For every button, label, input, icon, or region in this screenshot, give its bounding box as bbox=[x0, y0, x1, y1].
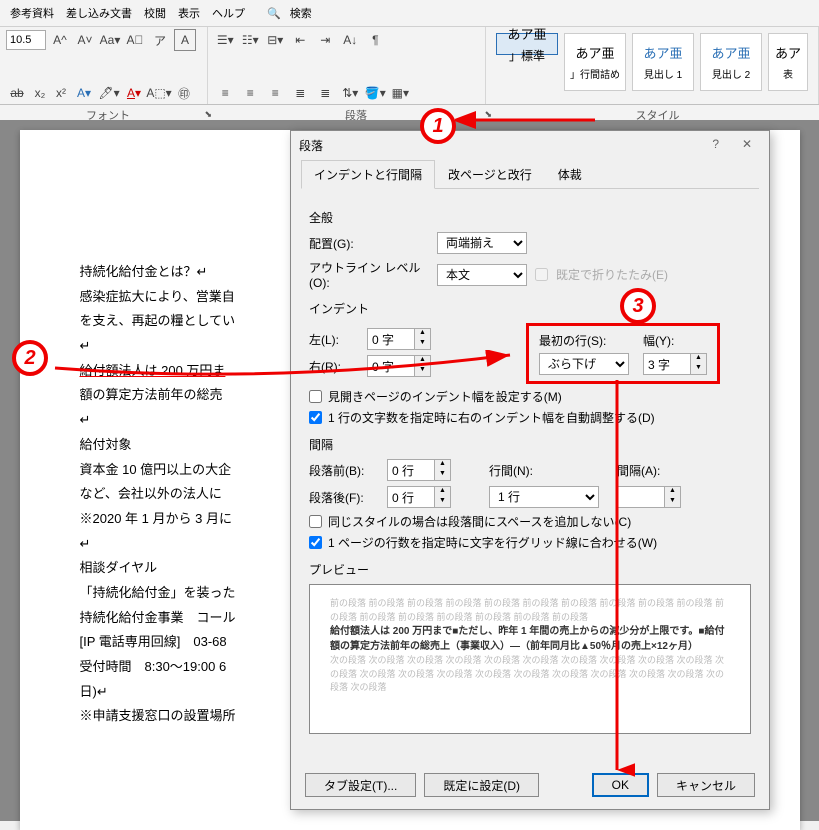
annotation-circle-2: 2 bbox=[12, 340, 48, 376]
paragraph-dialog: 段落 ? ✕ インデントと行間隔 改ページと改行 体裁 全般 配置(G): 両端… bbox=[290, 130, 770, 810]
before-label: 段落前(B): bbox=[309, 462, 379, 479]
search-icon[interactable]: 🔍 検索 bbox=[261, 2, 324, 24]
firstline-highlight: 最初の行(S): ぶら下げ 幅(Y): ▲▼ bbox=[526, 323, 720, 384]
style-heading2[interactable]: あア亜見出し 2 bbox=[700, 33, 762, 91]
grid-checkbox[interactable] bbox=[309, 536, 322, 549]
collapse-label: 既定で折りたたみ(E) bbox=[556, 266, 668, 283]
autowidth-checkbox[interactable] bbox=[309, 411, 322, 424]
tab-asian[interactable]: 体裁 bbox=[545, 160, 595, 188]
highlight-icon[interactable]: 🖊▾ bbox=[98, 82, 120, 104]
dialog-title: 段落 bbox=[299, 137, 323, 154]
annotation-circle-3: 3 bbox=[620, 288, 656, 324]
linesp-select[interactable]: 1 行 bbox=[489, 486, 599, 508]
sort-icon[interactable]: A↓ bbox=[339, 29, 361, 51]
mirror-checkbox[interactable] bbox=[309, 390, 322, 403]
font-size-input[interactable] bbox=[6, 30, 46, 50]
superscript-icon[interactable]: x² bbox=[52, 82, 70, 104]
show-marks-icon[interactable]: ¶ bbox=[364, 29, 386, 51]
section-indent: インデント bbox=[309, 300, 751, 317]
width-label: 幅(Y): bbox=[643, 332, 707, 349]
menu-item[interactable]: 校閲 bbox=[138, 2, 172, 24]
decrease-indent-icon[interactable]: ⇤ bbox=[289, 29, 311, 51]
borders-icon[interactable]: ▦▾ bbox=[389, 82, 411, 104]
before-input[interactable] bbox=[387, 459, 435, 481]
firstline-label: 最初の行(S): bbox=[539, 332, 629, 349]
bullets-icon[interactable]: ☰▾ bbox=[214, 29, 236, 51]
phonetic-icon[interactable]: ア bbox=[149, 29, 171, 51]
subscript-icon[interactable]: x₂ bbox=[31, 82, 49, 104]
dialog-launcher-icon[interactable]: ⬊ bbox=[204, 109, 212, 120]
left-input[interactable] bbox=[367, 328, 415, 350]
section-general: 全般 bbox=[309, 209, 751, 226]
increase-font-icon[interactable]: A^ bbox=[49, 29, 71, 51]
at-input[interactable] bbox=[617, 486, 665, 508]
align-center-icon[interactable]: ≡ bbox=[239, 82, 261, 104]
enclose-char-icon[interactable]: ㊞ bbox=[173, 82, 195, 104]
firstline-select[interactable]: ぶら下げ bbox=[539, 353, 629, 375]
section-preview: プレビュー bbox=[309, 561, 751, 578]
section-spacing: 間隔 bbox=[309, 436, 751, 453]
decrease-font-icon[interactable]: A˅ bbox=[74, 29, 96, 51]
menu-item[interactable]: 差し込み文書 bbox=[60, 2, 138, 24]
dialog-launcher-icon[interactable]: ⬊ bbox=[484, 109, 492, 120]
help-icon[interactable]: ? bbox=[702, 137, 730, 151]
cancel-button[interactable]: キャンセル bbox=[657, 773, 755, 797]
enclose-icon[interactable]: A bbox=[174, 29, 196, 51]
align-left-icon[interactable]: ≡ bbox=[214, 82, 236, 104]
outline-select[interactable]: 本文 bbox=[437, 264, 527, 286]
ribbon: A^ A˅ Aa▾ A⃠ ア A ab x₂ x² A▾ 🖊▾ A▾ A⬚▾ ㊞… bbox=[0, 27, 819, 105]
collapse-checkbox bbox=[535, 268, 548, 281]
default-button[interactable]: 既定に設定(D) bbox=[424, 773, 539, 797]
style-heading1[interactable]: あア亜見出し 1 bbox=[632, 33, 694, 91]
after-label: 段落後(F): bbox=[309, 489, 379, 506]
menu-item[interactable]: 参考資料 bbox=[4, 2, 60, 24]
distribute-icon[interactable]: ≣ bbox=[314, 82, 336, 104]
linesp-label: 行間(N): bbox=[489, 462, 549, 479]
menu-item[interactable]: 表示 bbox=[172, 2, 206, 24]
text-effect-icon[interactable]: A▾ bbox=[73, 82, 95, 104]
change-case-icon[interactable]: Aa▾ bbox=[99, 29, 121, 51]
style-nospacing[interactable]: あア亜」行間詰め bbox=[564, 33, 626, 91]
shading-icon[interactable]: 🪣▾ bbox=[364, 82, 386, 104]
line-spacing-icon[interactable]: ⇅▾ bbox=[339, 82, 361, 104]
right-input[interactable] bbox=[367, 355, 415, 377]
font-color-icon[interactable]: A▾ bbox=[123, 82, 145, 104]
after-input[interactable] bbox=[387, 486, 435, 508]
right-label: 右(R): bbox=[309, 358, 359, 375]
align-label: 配置(G): bbox=[309, 235, 429, 252]
style-normal[interactable]: あア亜」標準 bbox=[496, 33, 558, 55]
align-right-icon[interactable]: ≡ bbox=[264, 82, 286, 104]
tabs-button[interactable]: タブ設定(T)... bbox=[305, 773, 416, 797]
increase-indent-icon[interactable]: ⇥ bbox=[314, 29, 336, 51]
justify-icon[interactable]: ≣ bbox=[289, 82, 311, 104]
ok-button[interactable]: OK bbox=[592, 773, 649, 797]
at-label: 間隔(A): bbox=[617, 462, 677, 479]
close-icon[interactable]: ✕ bbox=[733, 137, 761, 151]
style-more[interactable]: あア表 bbox=[768, 33, 808, 91]
tab-pagebreak[interactable]: 改ページと改行 bbox=[435, 160, 545, 188]
char-shading-icon[interactable]: A⬚▾ bbox=[148, 82, 170, 104]
menubar: 参考資料 差し込み文書 校閲 表示 ヘルプ 🔍 検索 bbox=[0, 0, 819, 27]
annotation-circle-1: 1 bbox=[420, 108, 456, 144]
left-label: 左(L): bbox=[309, 331, 359, 348]
nospace-checkbox[interactable] bbox=[309, 515, 322, 528]
multilevel-icon[interactable]: ⊟▾ bbox=[264, 29, 286, 51]
tab-indent-spacing[interactable]: インデントと行間隔 bbox=[301, 160, 435, 189]
outline-label: アウトライン レベル(O): bbox=[309, 259, 429, 290]
menu-item[interactable]: ヘルプ bbox=[206, 2, 251, 24]
numbering-icon[interactable]: ☷▾ bbox=[239, 29, 261, 51]
align-select[interactable]: 両端揃え bbox=[437, 232, 527, 254]
clear-format-icon[interactable]: A⃠ bbox=[124, 29, 146, 51]
strikethrough-icon[interactable]: ab bbox=[6, 82, 28, 104]
width-input[interactable] bbox=[643, 353, 691, 375]
preview-box: 前の段落 前の段落 前の段落 前の段落 前の段落 前の段落 前の段落 前の段落 … bbox=[309, 584, 751, 734]
